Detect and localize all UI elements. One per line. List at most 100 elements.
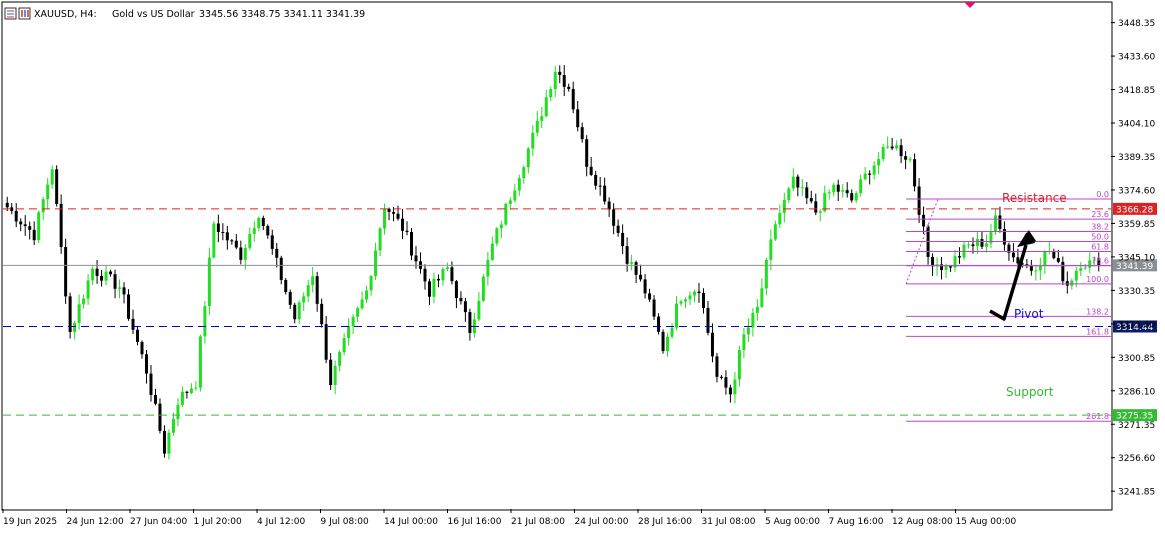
fib-level-label: 138.2 xyxy=(1086,307,1109,316)
candle-body xyxy=(252,228,256,234)
candle-body xyxy=(697,291,701,294)
candle-body xyxy=(580,127,584,140)
y-tick-label: 3418.85 xyxy=(1118,86,1155,96)
candle-body xyxy=(827,192,831,194)
candle-body xyxy=(189,388,193,394)
candle-body xyxy=(230,240,234,242)
candle-body xyxy=(751,312,755,328)
candle-body xyxy=(710,332,714,357)
chart-window[interactable]: XAUUSD, H4: Gold vs US Dollar 3345.56 33… xyxy=(0,0,1165,531)
fib-level-label: 23.6 xyxy=(1091,210,1109,219)
candle-body xyxy=(630,262,634,264)
candle-body xyxy=(728,387,732,395)
candle-body xyxy=(279,257,283,280)
candle-body xyxy=(742,334,746,351)
candle-body xyxy=(95,268,99,276)
candle-body xyxy=(881,146,885,160)
candle-body xyxy=(571,88,575,110)
candle-body xyxy=(791,176,795,189)
candle-body xyxy=(320,303,324,325)
resistance-label: Resistance xyxy=(1002,191,1067,205)
candle-body xyxy=(32,229,36,241)
candle-body xyxy=(46,184,50,200)
candle-body xyxy=(50,169,54,185)
candle-body xyxy=(477,300,481,320)
candle-body xyxy=(405,230,409,233)
support-label: Support xyxy=(1006,385,1054,399)
candle-body xyxy=(306,285,310,297)
candle-body xyxy=(423,268,427,282)
candle-body xyxy=(315,276,319,304)
candle-body xyxy=(845,190,849,194)
candle-body xyxy=(675,303,679,328)
candle-body xyxy=(769,239,773,260)
candle-body xyxy=(634,262,638,275)
candle-body xyxy=(724,377,728,388)
candle-body xyxy=(311,276,315,286)
candle-body xyxy=(993,215,997,233)
candle-body xyxy=(234,240,238,248)
candle-body xyxy=(585,139,589,167)
candle-body xyxy=(625,246,629,264)
candle-body xyxy=(589,166,593,175)
price-chart[interactable]: XAUUSD, H4: Gold vs US Dollar 3345.56 33… xyxy=(0,0,1165,531)
symbol-description: Gold vs US Dollar xyxy=(112,9,195,20)
pivot-label: Pivot xyxy=(1014,307,1044,321)
candle-body xyxy=(890,146,894,149)
x-tick-label: 14 Jul 00:00 xyxy=(384,517,438,527)
candle-body xyxy=(872,165,876,175)
y-tick-label: 3404.10 xyxy=(1118,120,1155,130)
candle-body xyxy=(944,266,948,270)
fib-level-label: 0.0 xyxy=(1096,190,1109,199)
candle-body xyxy=(1083,267,1087,269)
candle-body xyxy=(966,244,970,246)
y-tick-label: 3241.85 xyxy=(1118,488,1155,498)
candle-body xyxy=(1029,265,1033,271)
candle-body xyxy=(661,331,665,352)
candle-body xyxy=(517,178,521,191)
candle-body xyxy=(270,235,274,249)
candle-body xyxy=(877,159,881,166)
price-tag-label: 3366.28 xyxy=(1116,205,1153,215)
candle-body xyxy=(436,278,440,281)
candle-body xyxy=(369,276,373,291)
candle-body xyxy=(100,275,104,281)
candle-body xyxy=(814,201,818,213)
candle-body xyxy=(162,430,166,454)
candle-body xyxy=(598,185,602,187)
candle-body xyxy=(347,326,351,339)
candle-body xyxy=(648,293,652,300)
candle-body xyxy=(445,267,449,270)
candle-body xyxy=(459,298,463,302)
candle-body xyxy=(562,75,566,87)
candle-body xyxy=(392,212,396,214)
candle-body xyxy=(904,156,908,160)
candle-body xyxy=(383,208,387,229)
candle-body xyxy=(55,169,59,204)
candle-body xyxy=(221,231,225,233)
candle-body xyxy=(899,145,903,157)
candle-body xyxy=(180,391,184,405)
candle-body xyxy=(1056,258,1060,262)
x-tick-label: 24 Jun 12:00 xyxy=(67,517,124,527)
candle-body xyxy=(1052,250,1056,259)
x-tick-label: 21 Jul 08:00 xyxy=(511,517,565,527)
candle-body xyxy=(414,255,418,262)
candle-body xyxy=(329,359,333,386)
candle-body xyxy=(216,223,220,232)
y-tick-label: 3433.60 xyxy=(1118,53,1155,63)
fib-level-label: 100.0 xyxy=(1086,275,1109,284)
candle-body xyxy=(167,432,171,454)
candle-body xyxy=(338,352,342,366)
fib-level-label: 50.0 xyxy=(1091,232,1109,241)
candle-body xyxy=(958,256,962,258)
x-tick-label: 27 Jun 04:00 xyxy=(130,517,187,527)
candle-body xyxy=(998,215,1002,229)
candle-body xyxy=(153,394,157,404)
fib-level-label: 161.8 xyxy=(1086,327,1109,336)
candle-body xyxy=(463,301,467,313)
ohlc-values: 3345.56 3348.75 3341.11 3341.39 xyxy=(199,9,365,20)
candle-body xyxy=(136,329,140,342)
candle-body xyxy=(248,233,252,248)
candle-body xyxy=(1070,280,1074,286)
